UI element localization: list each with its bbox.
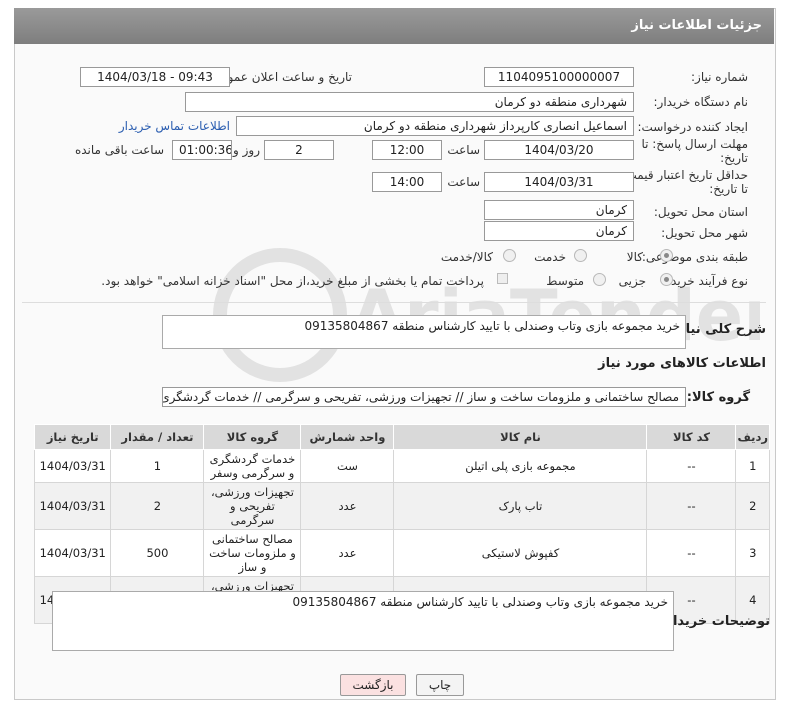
need-number-label: شماره نیاز: xyxy=(691,70,748,84)
table-row[interactable]: 2 -- تاب پارک عدد تجهیزات ورزشی، تفریحی … xyxy=(33,482,770,530)
cell-date: 1404/03/31 xyxy=(33,449,112,483)
cell-date: 1404/03/31 xyxy=(33,529,112,577)
buyer-org-field: شهرداری منطقه دو کرمان xyxy=(185,92,634,112)
cell-row-number: 1 xyxy=(735,449,770,483)
announce-field: 1404/03/18 - 09:43 xyxy=(80,67,230,87)
province-label: استان محل تحویل: xyxy=(653,205,748,219)
cell-qty: 500 xyxy=(110,529,205,577)
process-option-medium: متوسط xyxy=(546,274,584,288)
need-number-field: 1104095100000007 xyxy=(484,67,634,87)
cell-name: مجموعه بازی پلی اتیلن xyxy=(393,449,648,483)
cell-code: -- xyxy=(646,529,737,577)
buyer-contact-link[interactable]: اطلاعات تماس خریدار xyxy=(119,119,230,133)
goods-group-label: گروه کالا: xyxy=(686,390,750,405)
validity-time-label: ساعت xyxy=(447,175,480,189)
summary-text: خرید مجموعه بازی وتاب وصندلی با تایید کا… xyxy=(304,319,680,333)
back-button[interactable]: بازگشت xyxy=(340,674,406,696)
province-field: کرمان xyxy=(484,200,634,220)
table-header-row: ردیف کد کالا نام کالا واحد شمارش گروه کا… xyxy=(33,424,770,450)
category-radio-goods[interactable] xyxy=(660,249,673,262)
buyer-notes-text: خرید مجموعه بازی وتاب وصندلی با تایید کا… xyxy=(292,595,668,609)
validity-label-date: تا تاریخ: xyxy=(709,182,748,196)
cell-name: کفپوش لاستیکی xyxy=(393,529,648,577)
column-header-unit: واحد شمارش xyxy=(300,424,395,450)
cell-code: -- xyxy=(646,482,737,530)
column-header-name: نام کالا xyxy=(393,424,648,450)
deadline-time-label: ساعت xyxy=(447,143,480,157)
category-option-goods: کالا xyxy=(626,250,643,264)
days-label: روز و xyxy=(233,143,260,157)
process-label: نوع فرآیند خرید : xyxy=(663,274,748,288)
treasury-payment-note: پرداخت تمام یا بخشی از مبلغ خرید،از محل … xyxy=(101,274,484,288)
cell-name: تاب پارک xyxy=(393,482,648,530)
buyer-notes-textarea: خرید مجموعه بازی وتاب وصندلی با تایید کا… xyxy=(52,591,674,651)
requester-field: اسماعیل انصاری کارپرداز شهرداری منطقه دو… xyxy=(236,116,634,136)
cell-unit: ست xyxy=(300,449,395,483)
divider xyxy=(22,302,766,303)
deadline-time-field: 12:00 xyxy=(372,140,442,160)
table-row[interactable]: 1 -- مجموعه بازی پلی اتیلن ست خدمات گردش… xyxy=(33,449,770,483)
summary-textarea: خرید مجموعه بازی وتاب وصندلی با تایید کا… xyxy=(162,315,686,349)
column-header-qty: تعداد / مقدار xyxy=(110,424,205,450)
deadline-label: مهلت ارسال پاسخ: تا xyxy=(641,137,748,151)
column-header-date: تاریخ نیاز xyxy=(33,424,112,450)
summary-label: شرح کلی نیاز: xyxy=(672,322,766,337)
process-option-minor: جزیی xyxy=(618,274,646,288)
page-header: جزئیات اطلاعات نیاز xyxy=(14,8,774,44)
process-radio-medium[interactable] xyxy=(593,273,606,286)
table-row[interactable]: 3 -- کفپوش لاستیکی عدد مصالح ساختمانی و … xyxy=(33,529,770,577)
category-radio-service[interactable] xyxy=(574,249,587,262)
category-option-service: خدمت xyxy=(534,250,566,264)
validity-label: حداقل تاریخ اعتبار قیمت: xyxy=(621,168,748,182)
validity-time-field: 14:00 xyxy=(372,172,442,192)
cell-row-number: 3 xyxy=(735,529,770,577)
goods-group-field: مصالح ساختمانی و ملزومات ساخت و ساز // ت… xyxy=(162,387,686,407)
city-label: شهر محل تحویل: xyxy=(661,226,748,240)
days-remaining-field: 2 xyxy=(264,140,334,160)
requester-label: ایجاد کننده درخواست: xyxy=(637,120,748,134)
city-field: کرمان xyxy=(484,221,634,241)
cell-unit: عدد xyxy=(300,529,395,577)
process-radio-minor[interactable] xyxy=(660,273,673,286)
category-label: طبقه بندی موضوعی: xyxy=(641,250,748,264)
buyer-org-label: نام دستگاه خریدار: xyxy=(653,95,749,109)
deadline-label-date: تاریخ: xyxy=(720,151,748,165)
buyer-notes-label: توضیحات خریدار: xyxy=(660,614,770,629)
deadline-date-field: 1404/03/20 xyxy=(484,140,634,160)
cell-row-number: 2 xyxy=(735,482,770,530)
cell-group: مصالح ساختمانی و ملزومات ساخت و ساز xyxy=(203,529,302,577)
cell-date: 1404/03/31 xyxy=(33,482,112,530)
cell-unit: عدد xyxy=(300,482,395,530)
column-header-code: کد کالا xyxy=(646,424,737,450)
column-header-group: گروه کالا xyxy=(203,424,302,450)
print-button[interactable]: چاپ xyxy=(416,674,464,696)
cell-qty: 1 xyxy=(110,449,205,483)
category-option-goods-service: کالا/خدمت xyxy=(440,250,493,264)
page-title: جزئیات اطلاعات نیاز xyxy=(631,18,762,33)
cell-group: تجهیزات ورزشی، تفریحی و سرگرمی xyxy=(203,482,302,530)
validity-date-field: 1404/03/31 xyxy=(484,172,634,192)
column-header-row-number: ردیف xyxy=(735,424,770,450)
treasury-payment-checkbox[interactable] xyxy=(497,273,508,284)
cell-code: -- xyxy=(646,449,737,483)
cell-qty: 2 xyxy=(110,482,205,530)
cell-group: خدمات گردشگری و سرگرمی وسفر xyxy=(203,449,302,483)
category-radio-goods-service[interactable] xyxy=(503,249,516,262)
remaining-time-field: 01:00:36 xyxy=(172,140,232,160)
remaining-label: ساعت باقی مانده xyxy=(74,143,164,157)
goods-section-title: اطلاعات کالاهای مورد نیاز xyxy=(598,356,766,371)
